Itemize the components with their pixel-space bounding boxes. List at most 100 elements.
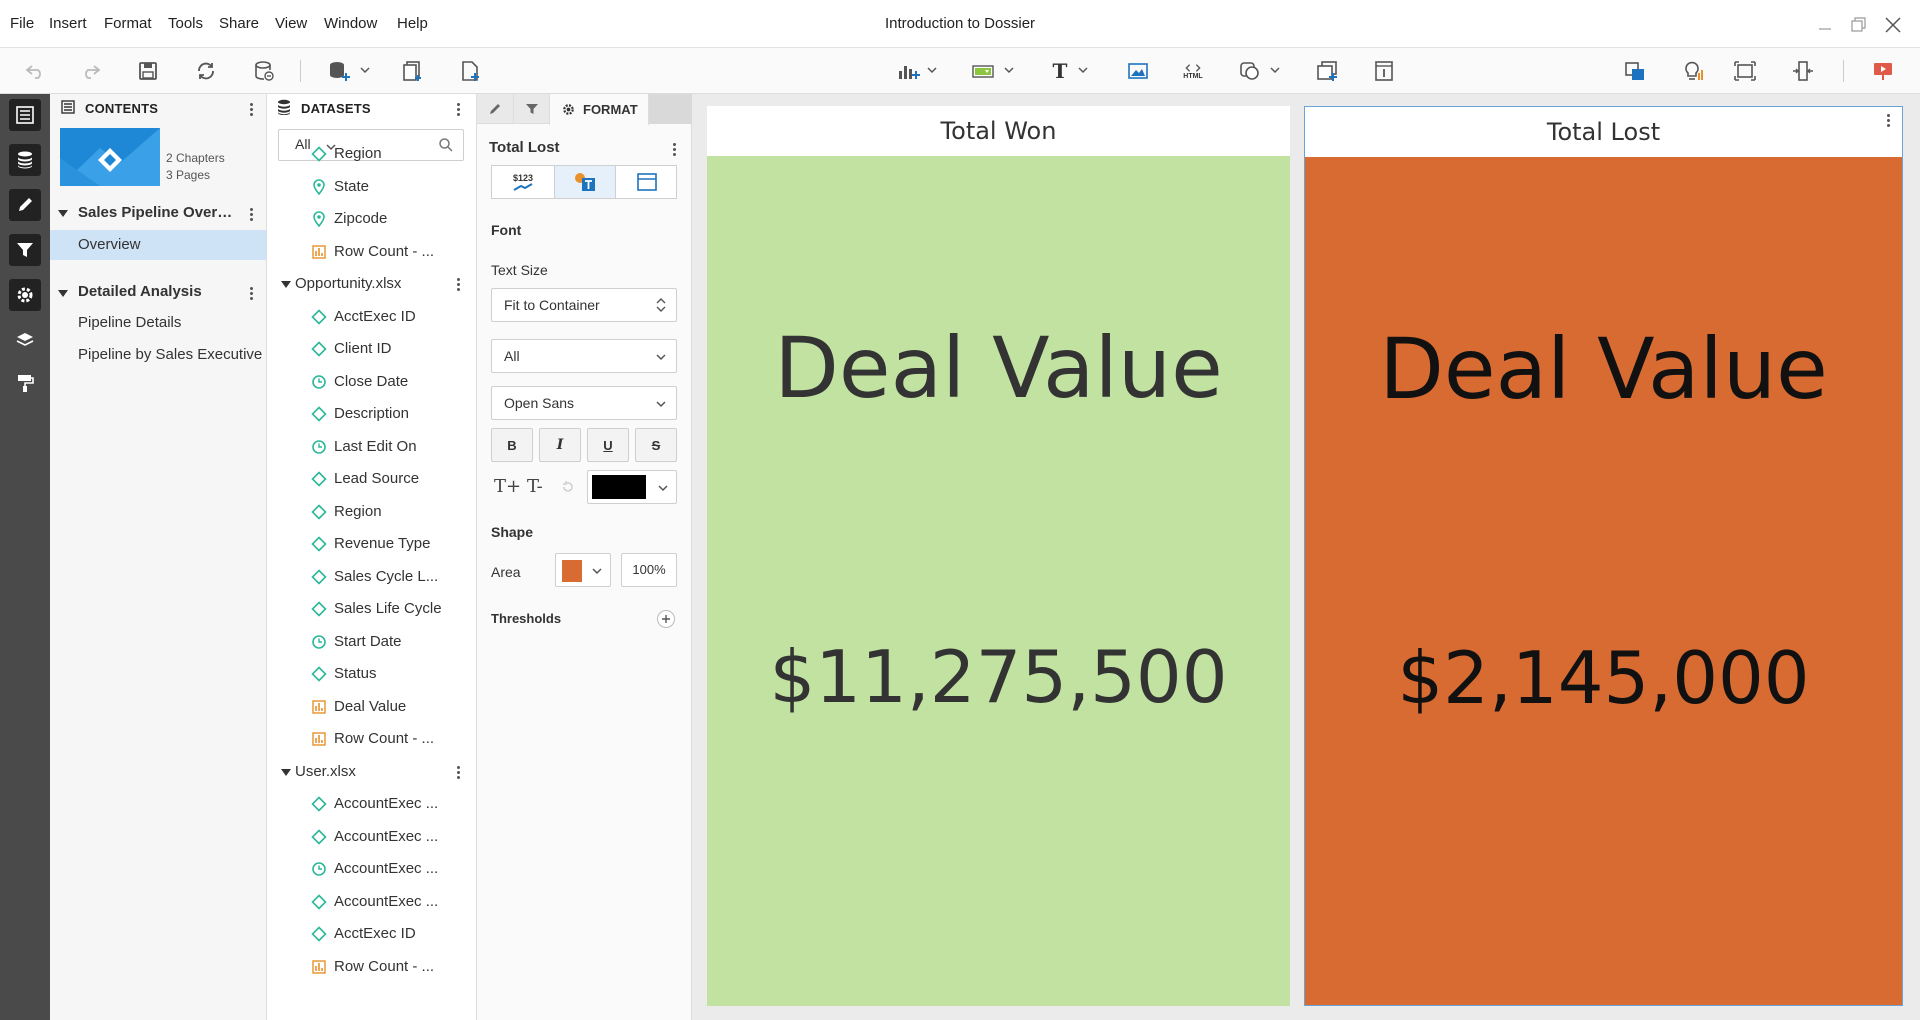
dataset-object-attribute[interactable]: Revenue Type — [307, 531, 472, 557]
kpi-card-total-won[interactable]: Total Won Deal Value $11,275,500 — [707, 106, 1290, 1006]
dataset-file-name[interactable]: User.xlsx — [295, 763, 356, 780]
dataset-object-date[interactable]: Last Edit On — [307, 434, 472, 460]
text-size-select[interactable]: Fit to Container — [491, 288, 677, 322]
font-color-picker[interactable] — [587, 470, 677, 504]
shape-icon[interactable] — [1235, 57, 1265, 85]
dossier-thumbnail[interactable] — [60, 128, 160, 186]
menu-help[interactable]: Help — [397, 15, 428, 32]
dataset-object-attribute[interactable]: Region — [307, 141, 472, 167]
add-chapter-icon[interactable] — [398, 57, 428, 85]
area-color-picker[interactable] — [555, 553, 611, 587]
save-icon[interactable] — [133, 57, 163, 85]
present-icon[interactable] — [1868, 57, 1898, 85]
menu-file[interactable]: File — [10, 15, 34, 32]
panel-stack-icon[interactable] — [1312, 57, 1342, 85]
dataset-object-attribute[interactable]: AccountExec ... — [307, 889, 472, 915]
dataset-object-attribute[interactable]: Description — [307, 401, 472, 427]
menu-format[interactable]: Format — [104, 15, 152, 32]
responsive-icon[interactable] — [1788, 57, 1818, 85]
dataset-object-geo[interactable]: Zipcode — [307, 206, 472, 232]
underline-button[interactable]: U — [587, 428, 629, 462]
area-opacity-input[interactable]: 100% — [621, 553, 677, 587]
format-painter-icon[interactable] — [9, 367, 41, 399]
tab-editor[interactable] — [477, 94, 513, 124]
format-target-menu-icon[interactable] — [671, 142, 677, 158]
editor-icon[interactable] — [9, 189, 41, 221]
dataset-object-attribute[interactable]: Sales Cycle L... — [307, 564, 472, 590]
information-icon[interactable] — [1369, 57, 1399, 85]
collapse-triangle-icon[interactable] — [58, 290, 68, 297]
page-item-pipeline-details[interactable]: Pipeline Details — [50, 308, 266, 338]
dataset-object-metric[interactable]: Row Count - ... — [307, 954, 472, 980]
dataset-object-metric[interactable]: Row Count - ... — [307, 239, 472, 265]
restore-icon[interactable] — [1845, 12, 1871, 38]
dataset-object-date[interactable]: Close Date — [307, 369, 472, 395]
close-icon[interactable] — [1880, 12, 1906, 38]
dataset-file-menu-icon[interactable] — [455, 765, 461, 781]
contents-icon[interactable] — [9, 99, 41, 131]
page-item-pipeline-by-sales-executive[interactable]: Pipeline by Sales Executive — [50, 340, 266, 370]
dataset-object-attribute[interactable]: Region — [307, 499, 472, 525]
bring-forward-icon[interactable] — [1620, 57, 1650, 85]
chapter-menu-icon[interactable] — [248, 207, 254, 223]
text-icon[interactable]: T — [1045, 57, 1075, 85]
dataset-object-metric[interactable]: Row Count - ... — [307, 726, 472, 752]
bold-button[interactable]: B — [491, 428, 533, 462]
dataset-file-menu-icon[interactable] — [455, 277, 461, 293]
italic-button[interactable]: I — [539, 428, 581, 462]
datasets-menu-icon[interactable] — [455, 102, 461, 118]
minimize-icon[interactable] — [1812, 12, 1838, 38]
strikethrough-button[interactable]: S — [635, 428, 677, 462]
dataset-object-date[interactable]: Start Date — [307, 629, 472, 655]
title-container-tab[interactable] — [616, 166, 678, 198]
chevron-down-icon[interactable] — [1078, 65, 1088, 75]
filter-panel-icon[interactable] — [9, 234, 41, 266]
shrink-font-button[interactable]: T- — [527, 476, 543, 497]
redo-icon[interactable] — [76, 57, 106, 85]
card-menu-icon[interactable] — [1885, 113, 1891, 129]
dataset-object-attribute[interactable]: AcctExec ID — [307, 921, 472, 947]
font-family-select[interactable]: Open Sans — [491, 386, 677, 420]
chevron-down-icon[interactable] — [360, 65, 370, 75]
menu-insert[interactable]: Insert — [49, 15, 87, 32]
page-item-overview[interactable]: Overview — [50, 230, 266, 260]
dataset-object-attribute[interactable]: AcctExec ID — [307, 304, 472, 330]
dataset-object-attribute[interactable]: Sales Life Cycle — [307, 596, 472, 622]
dataset-object-metric[interactable]: Deal Value — [307, 694, 472, 720]
datasets-icon[interactable] — [9, 144, 41, 176]
image-icon[interactable] — [1123, 57, 1153, 85]
add-page-icon[interactable] — [455, 57, 485, 85]
dataset-object-attribute[interactable]: Client ID — [307, 336, 472, 362]
add-threshold-button[interactable] — [657, 610, 675, 628]
data-source-icon[interactable] — [249, 57, 279, 85]
filter-icon[interactable] — [968, 57, 998, 85]
visualization-icon[interactable] — [893, 57, 923, 85]
format-settings-icon[interactable] — [9, 279, 41, 311]
menu-view[interactable]: View — [275, 15, 307, 32]
insights-icon[interactable] — [1677, 57, 1707, 85]
chapter-title[interactable]: Detailed Analysis — [78, 283, 236, 300]
text-form-tab[interactable] — [554, 166, 616, 198]
menu-tools[interactable]: Tools — [168, 15, 203, 32]
dataset-object-attribute[interactable]: AccountExec ... — [307, 824, 472, 850]
kpi-card-total-lost[interactable]: Total Lost Deal Value $2,145,000 — [1304, 106, 1903, 1006]
add-dataset-icon[interactable] — [324, 57, 354, 85]
dataset-object-attribute[interactable]: Lead Source — [307, 466, 472, 492]
menu-share[interactable]: Share — [219, 15, 259, 32]
undo-icon[interactable] — [20, 57, 50, 85]
dataset-file-name[interactable]: Opportunity.xlsx — [295, 275, 401, 292]
html-container-icon[interactable]: HTML — [1178, 57, 1208, 85]
collapse-triangle-icon[interactable] — [281, 281, 291, 288]
refresh-icon[interactable] — [191, 57, 221, 85]
tab-format[interactable]: FORMAT — [549, 94, 649, 125]
dataset-object-attribute[interactable]: AccountExec ... — [307, 791, 472, 817]
number-format-tab[interactable]: $123 — [492, 166, 554, 198]
reset-icon[interactable] — [561, 480, 575, 494]
chevron-down-icon[interactable] — [1270, 65, 1280, 75]
dataset-object-date[interactable]: AccountExec ... — [307, 856, 472, 882]
chapter-menu-icon[interactable] — [248, 286, 254, 302]
collapse-triangle-icon[interactable] — [281, 768, 291, 776]
collapse-triangle-icon[interactable] — [58, 210, 68, 217]
text-scope-select[interactable]: All — [491, 339, 677, 373]
menu-window[interactable]: Window — [324, 15, 377, 32]
